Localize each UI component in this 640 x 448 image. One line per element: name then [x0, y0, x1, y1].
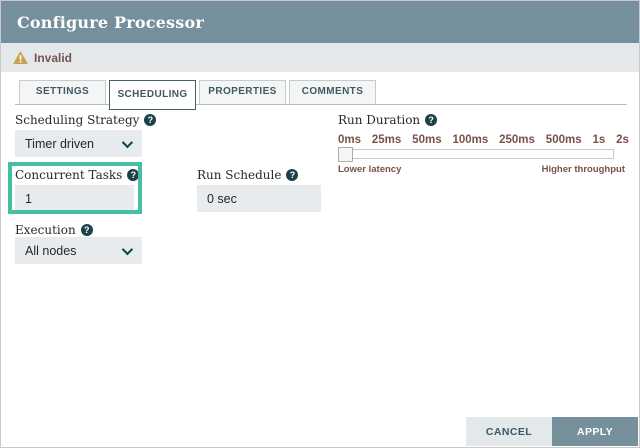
execution-label: Execution [15, 223, 93, 237]
tick-label: 500ms [545, 134, 582, 146]
run-duration-slider-handle[interactable] [338, 147, 353, 162]
concurrent-tasks-input[interactable] [15, 185, 134, 212]
tick-label: 50ms [412, 134, 442, 146]
tick-label: 2s [616, 134, 629, 146]
help-icon[interactable] [127, 169, 140, 181]
concurrent-tasks-label: Concurrent Tasks [15, 168, 140, 182]
lower-latency-caption: Lower latency [338, 164, 402, 175]
status-bar: Invalid [1, 43, 639, 72]
tick-label: 250ms [499, 134, 535, 146]
tab-bar: SETTINGS SCHEDULING PROPERTIES COMMENTS [15, 80, 627, 110]
tab-scheduling[interactable]: SCHEDULING [109, 80, 196, 110]
help-icon[interactable] [425, 114, 438, 126]
help-icon[interactable] [144, 114, 157, 126]
scheduling-strategy-dropdown[interactable]: Timer driven [15, 130, 142, 157]
tick-label: 1s [592, 134, 606, 146]
scheduling-strategy-value: Timer driven [25, 136, 94, 151]
run-duration-slider-track[interactable] [338, 147, 614, 162]
chevron-down-icon [121, 136, 134, 148]
run-schedule-input[interactable] [197, 185, 321, 212]
cancel-button[interactable]: CANCEL [466, 417, 552, 446]
footer-buttons: CANCEL APPLY [466, 417, 638, 446]
help-icon[interactable] [80, 224, 93, 236]
run-duration-label: Run Duration [338, 113, 438, 127]
warning-icon [13, 51, 28, 64]
run-duration-ticks: 0ms 25ms 50ms 100ms 250ms 500ms 1s 2s [338, 134, 629, 146]
tick-label: 0ms [338, 134, 362, 146]
tab-comments[interactable]: COMMENTS [289, 80, 376, 104]
dialog-header: Configure Processor [1, 1, 639, 43]
help-icon[interactable] [286, 169, 299, 181]
configure-processor-dialog: { "dialog": { "title": "Configure Proces… [0, 0, 640, 448]
chevron-down-icon [121, 243, 134, 255]
status-badge: Invalid [34, 50, 73, 65]
run-schedule-label: Run Schedule [197, 168, 299, 182]
scheduling-strategy-label: Scheduling Strategy [15, 113, 157, 127]
higher-throughput-caption: Higher throughput [541, 164, 625, 175]
execution-value: All nodes [25, 243, 77, 258]
dialog-title: Configure Processor [17, 12, 204, 32]
apply-button[interactable]: APPLY [552, 417, 638, 446]
tab-properties[interactable]: PROPERTIES [199, 80, 286, 104]
execution-dropdown[interactable]: All nodes [15, 237, 142, 264]
tick-label: 25ms [371, 134, 402, 146]
tab-settings[interactable]: SETTINGS [19, 80, 106, 104]
tick-label: 100ms [452, 134, 489, 146]
